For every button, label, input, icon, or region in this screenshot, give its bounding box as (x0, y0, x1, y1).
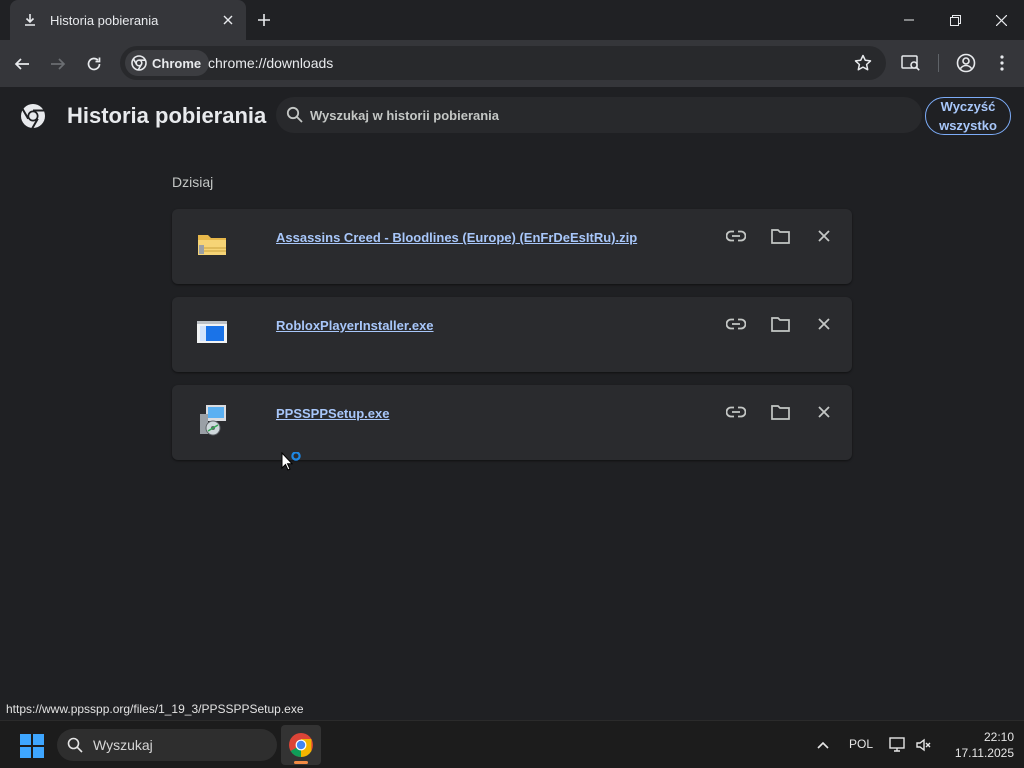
restore-button[interactable] (932, 0, 978, 40)
windows-taskbar: Wyszukaj POL 22:10 17.11.2025 (0, 720, 1024, 768)
download-filename-link[interactable]: Assassins Creed - Bloodlines (Europe) (E… (276, 230, 637, 245)
bookmark-star-icon[interactable] (854, 54, 872, 72)
toolbar-divider (938, 54, 939, 72)
network-icon[interactable] (888, 733, 908, 757)
remove-item-icon[interactable] (812, 402, 836, 422)
download-filename-link[interactable]: RobloxPlayerInstaller.exe (276, 318, 434, 333)
download-filename-link[interactable]: PPSSPPSetup.exe (276, 406, 389, 421)
volume-muted-icon[interactable] (914, 733, 934, 757)
minimize-button[interactable] (886, 0, 932, 40)
search-icon (67, 737, 83, 753)
tab-search-icon[interactable] (900, 52, 922, 74)
date-section-label: Dzisiaj (172, 174, 214, 190)
search-input[interactable] (310, 97, 910, 133)
chrome-logo-icon (21, 104, 45, 129)
omnibox[interactable]: Chrome chrome://downloads (120, 46, 886, 80)
site-info-chip[interactable]: Chrome (125, 50, 210, 76)
clock-date: 17.11.2025 (954, 746, 1014, 760)
copy-link-icon[interactable] (724, 226, 748, 246)
url-text[interactable]: chrome://downloads (208, 55, 333, 71)
clear-all-button[interactable]: Wyczyść wszystko (925, 97, 1011, 135)
downloads-header: Historia pobierania Wyczyść wszystko (0, 87, 1024, 145)
close-window-button[interactable] (978, 0, 1024, 40)
active-app-indicator (294, 761, 308, 764)
taskbar-chrome-app[interactable] (281, 725, 321, 765)
taskbar-search-label: Wyszukaj (93, 737, 153, 753)
remove-item-icon[interactable] (812, 314, 836, 334)
forward-button[interactable] (46, 52, 70, 76)
tab-title: Historia pobierania (50, 12, 159, 28)
chrome-icon (289, 733, 313, 757)
back-button[interactable] (10, 52, 34, 76)
status-bar-url: https://www.ppsspp.org/files/1_19_3/PPSS… (0, 700, 310, 720)
reload-button[interactable] (82, 52, 106, 76)
search-icon (286, 106, 303, 123)
page-title: Historia pobierania (67, 103, 267, 128)
zip-folder-icon (198, 235, 226, 255)
download-icon (22, 12, 38, 28)
remove-item-icon[interactable] (812, 226, 836, 246)
tab-strip: Historia pobierania (0, 0, 1024, 40)
copy-link-icon[interactable] (724, 314, 748, 334)
close-tab-icon[interactable] (220, 12, 236, 28)
show-in-folder-icon[interactable] (768, 314, 792, 334)
download-item: RobloxPlayerInstaller.exe (172, 297, 852, 372)
download-item: Assassins Creed - Bloodlines (Europe) (E… (172, 209, 852, 284)
tab-downloads[interactable]: Historia pobierania (10, 0, 246, 40)
chevron-up-icon[interactable] (814, 733, 832, 757)
chrome-icon (131, 55, 147, 71)
windows-start-icon[interactable] (20, 734, 44, 758)
input-language[interactable]: POL (849, 737, 873, 751)
search-downloads[interactable] (276, 97, 922, 133)
system-clock[interactable]: 22:10 17.11.2025 (940, 729, 1014, 761)
new-tab-button[interactable] (254, 10, 274, 30)
busy-cursor-icon (281, 452, 301, 471)
chip-label: Chrome (152, 55, 202, 71)
clock-time: 22:10 (983, 730, 1014, 744)
show-in-folder-icon[interactable] (768, 402, 792, 422)
menu-icon[interactable] (991, 52, 1013, 74)
browser-toolbar: Chrome chrome://downloads (0, 40, 1024, 87)
show-in-folder-icon[interactable] (768, 226, 792, 246)
installer-icon (200, 405, 226, 436)
download-item: PPSSPPSetup.exe (172, 385, 852, 460)
exe-window-icon (197, 321, 227, 343)
profile-icon[interactable] (955, 52, 977, 74)
copy-link-icon[interactable] (724, 402, 748, 422)
taskbar-search[interactable]: Wyszukaj (57, 729, 277, 761)
